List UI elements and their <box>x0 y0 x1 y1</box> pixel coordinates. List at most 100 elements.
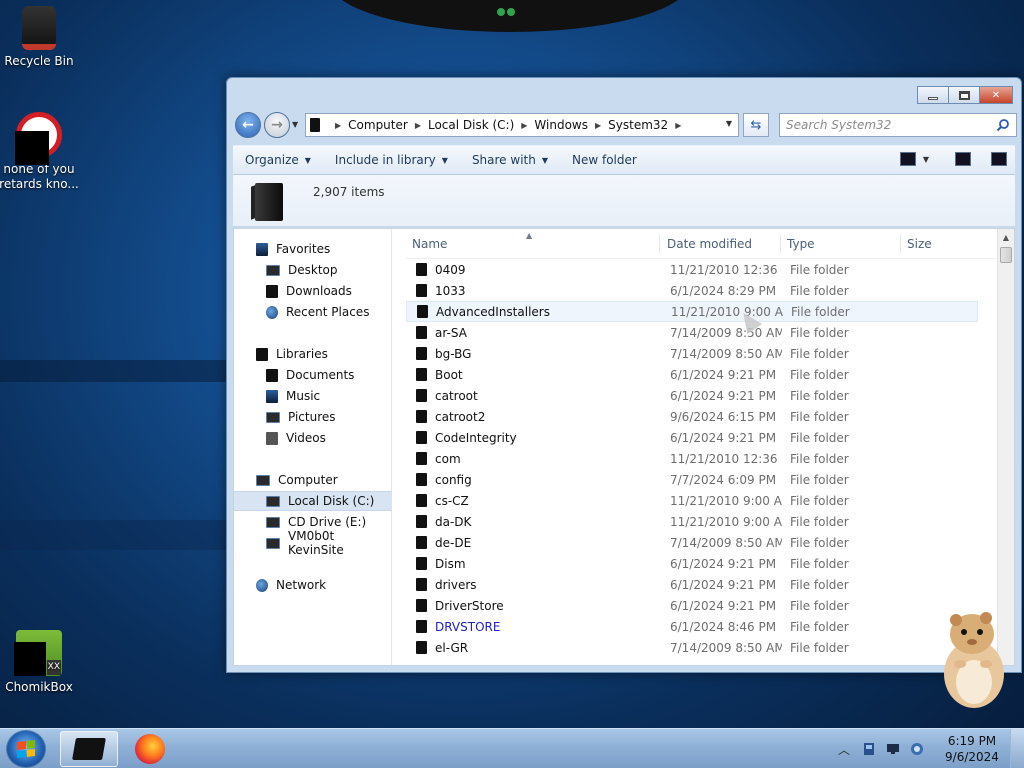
file-row[interactable]: DRVSTORE 6/1/2024 8:46 PM File folder <box>406 616 978 637</box>
column-header-type[interactable]: Type <box>781 234 901 254</box>
nav-network[interactable]: Network <box>234 575 392 595</box>
breadcrumb-system32[interactable]: System32 <box>608 118 668 132</box>
file-name: DriverStore <box>435 598 504 613</box>
refresh-button[interactable]: ⇆ <box>743 113 769 137</box>
change-view-icon[interactable] <box>899 152 916 166</box>
chevron-down-icon: ▼ <box>304 155 311 165</box>
desktop-icon-recycle-bin[interactable]: Recycle Bin <box>0 6 81 69</box>
scrollbar-thumb[interactable] <box>1000 247 1012 263</box>
nav-videos[interactable]: Videos <box>234 428 392 448</box>
search-box[interactable] <box>779 113 1017 137</box>
column-header-name[interactable]: Name ▲ <box>406 231 660 254</box>
file-type: File folder <box>790 409 849 424</box>
nav-pictures[interactable]: Pictures <box>234 407 392 427</box>
file-row[interactable]: Boot 6/1/2024 9:21 PM File folder <box>406 364 978 385</box>
nav-desktop[interactable]: Desktop <box>234 260 392 280</box>
nav-downloads[interactable]: Downloads <box>234 281 392 301</box>
taskbar-firefox[interactable] <box>121 731 179 767</box>
desktop-icon-chomikbox[interactable]: XX ChomikBox <box>0 630 81 695</box>
recent-pages-dropdown[interactable]: ▼ <box>292 120 298 129</box>
chevron-right-icon[interactable]: ▶ <box>415 121 421 130</box>
share-with-button[interactable]: Share with ▼ <box>460 153 560 167</box>
nav-network-drive[interactable]: VM0b0t KevinSite <box>234 529 392 557</box>
minimize-button[interactable] <box>917 86 949 104</box>
back-button[interactable]: ← <box>235 112 261 138</box>
file-name-cell: catroot2 <box>416 410 485 424</box>
file-row[interactable]: catroot 6/1/2024 9:21 PM File folder <box>406 385 978 406</box>
show-hidden-icons-icon[interactable]: ︿ <box>838 741 850 758</box>
file-date: 7/14/2009 8:50 AM <box>670 535 782 550</box>
file-row[interactable]: cs-CZ 11/21/2010 9:00 AM File folder <box>406 490 978 511</box>
file-row[interactable]: catroot2 9/6/2024 6:15 PM File folder <box>406 406 978 427</box>
help-icon[interactable] <box>991 152 1007 166</box>
chevron-right-icon[interactable]: ▶ <box>675 121 681 130</box>
computer-icon <box>256 474 270 486</box>
clock[interactable]: 6:19 PM 9/6/2024 <box>934 733 1010 765</box>
chevron-right-icon[interactable]: ▶ <box>595 121 601 130</box>
file-row[interactable]: drivers 6/1/2024 9:21 PM File folder <box>406 574 978 595</box>
file-row[interactable]: AdvancedInstallers 11/21/2010 9:00 AM File… <box>406 301 978 322</box>
address-bar[interactable]: ▶ Computer ▶ Local Disk (C:) ▶ Windows ▶… <box>305 113 739 137</box>
taskbar-explorer[interactable] <box>60 731 118 767</box>
nav-recent-places[interactable]: Recent Places <box>234 302 392 322</box>
file-row[interactable]: ar-SA 7/14/2009 8:50 AM File folder <box>406 322 978 343</box>
desktop-icon-opera[interactable]: none of you retards kno... <box>0 112 81 192</box>
file-row[interactable]: CodeIntegrity 6/1/2024 9:21 PM File folder <box>406 427 978 448</box>
search-icon[interactable] <box>996 118 1010 132</box>
nav-music[interactable]: Music <box>234 386 392 406</box>
breadcrumb-local-disk[interactable]: Local Disk (C:) <box>428 118 514 132</box>
nav-documents[interactable]: Documents <box>234 365 392 385</box>
maximize-button[interactable] <box>948 86 980 104</box>
preview-pane-icon[interactable] <box>955 152 971 166</box>
file-row[interactable]: com 11/21/2010 12:36 ... File folder <box>406 448 978 469</box>
forward-button[interactable]: → <box>264 112 290 138</box>
nav-local-disk[interactable]: Local Disk (C:) <box>234 491 392 511</box>
chevron-right-icon[interactable]: ▶ <box>335 121 341 130</box>
file-row[interactable]: da-DK 11/21/2010 9:00 AM File folder <box>406 511 978 532</box>
network-status-icon[interactable] <box>886 742 900 756</box>
file-date: 9/6/2024 6:15 PM <box>670 409 777 424</box>
refresh-icon: ⇆ <box>750 117 762 133</box>
nav-favorites[interactable]: Favorites <box>234 239 392 259</box>
file-row[interactable]: DriverStore 6/1/2024 9:21 PM File folder <box>406 595 978 616</box>
show-desktop-button[interactable] <box>1010 729 1024 768</box>
nav-libraries[interactable]: Libraries <box>234 344 392 364</box>
file-name-cell: Dism <box>416 557 466 571</box>
navigation-bar: ← → ▼ ▶ Computer ▶ Local Disk (C:) ▶ Win… <box>233 110 1017 138</box>
address-dropdown-icon[interactable]: ▼ <box>726 119 732 128</box>
breadcrumb-computer[interactable]: Computer <box>348 118 408 132</box>
new-folder-button[interactable]: New folder <box>560 153 649 167</box>
search-input[interactable] <box>786 118 986 132</box>
file-row[interactable]: 0409 11/21/2010 12:36 ... File folder <box>406 259 978 280</box>
window-controls: ✕ <box>917 86 1013 104</box>
file-row[interactable]: config 7/7/2024 6:09 PM File folder <box>406 469 978 490</box>
file-name-cell: Boot <box>416 368 463 382</box>
column-header-size[interactable]: Size <box>901 234 981 254</box>
start-button[interactable] <box>6 730 46 768</box>
chevron-right-icon[interactable]: ▶ <box>521 121 527 130</box>
scroll-up-icon[interactable]: ▲ <box>998 229 1014 245</box>
file-date: 7/14/2009 8:50 AM <box>670 640 782 655</box>
nav-computer[interactable]: Computer <box>234 470 392 490</box>
file-name-cell: AdvancedInstallers <box>417 305 550 319</box>
file-row[interactable]: bg-BG 7/14/2009 8:50 AM File folder <box>406 343 978 364</box>
vertical-scrollbar[interactable]: ▲ <box>997 229 1014 665</box>
organize-button[interactable]: Organize ▼ <box>233 153 323 167</box>
volume-icon[interactable] <box>910 742 924 756</box>
file-row[interactable]: el-GR 7/14/2009 8:50 AM File folder <box>406 637 978 658</box>
close-button[interactable]: ✕ <box>979 86 1013 104</box>
view-dropdown-icon[interactable]: ▼ <box>923 155 929 164</box>
breadcrumb-windows[interactable]: Windows <box>534 118 588 132</box>
file-row[interactable]: 1033 6/1/2024 8:29 PM File folder <box>406 280 978 301</box>
nav-label: Network <box>276 578 327 592</box>
file-row[interactable]: Dism 6/1/2024 9:21 PM File folder <box>406 553 978 574</box>
hard-drive-icon <box>266 495 280 507</box>
recent-places-icon <box>266 305 278 319</box>
column-header-date[interactable]: Date modified <box>661 234 781 254</box>
file-row[interactable]: de-DE 7/14/2009 8:50 AM File folder <box>406 532 978 553</box>
action-center-icon[interactable] <box>862 742 876 756</box>
file-name: config <box>435 472 472 487</box>
music-icon <box>266 389 278 403</box>
file-name-cell: 0409 <box>416 263 466 277</box>
include-in-library-button[interactable]: Include in library ▼ <box>323 153 460 167</box>
